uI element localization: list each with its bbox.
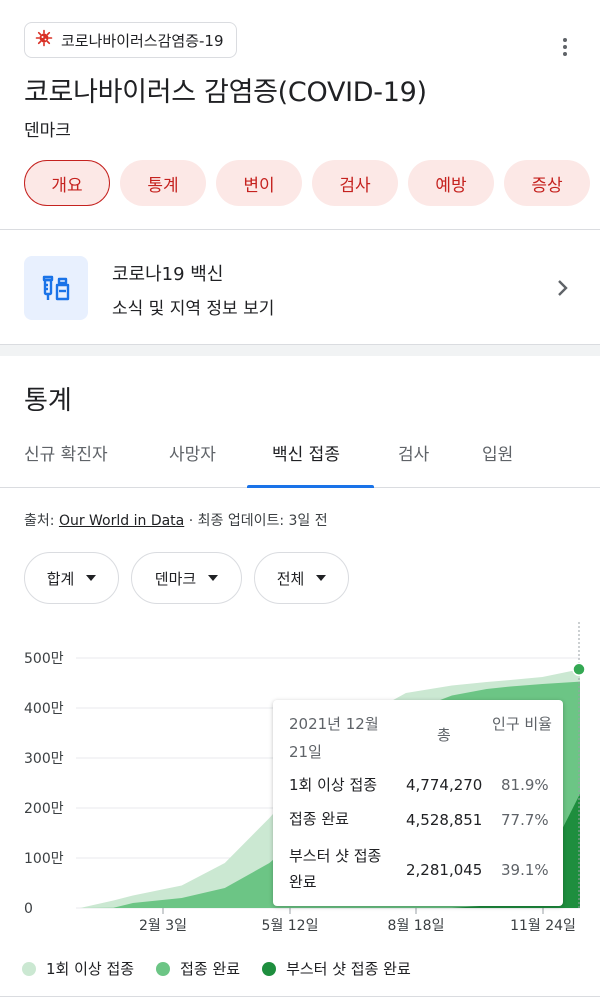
dropdown-arrow-icon	[86, 575, 97, 581]
tooltip-row-label: 1회 이상 접종	[289, 776, 378, 794]
virus-icon	[35, 29, 53, 51]
pill-variants[interactable]: 변이	[216, 160, 302, 206]
tooltip-row-ratio: 39.1%	[501, 861, 549, 879]
x-axis-label: 11월 24일	[510, 918, 576, 934]
y-axis-label: 400만	[24, 701, 64, 717]
topic-chip[interactable]: 코로나바이러스감염증-19	[24, 22, 237, 58]
tooltip-row-total: 4,528,851	[406, 811, 483, 829]
legend-item[interactable]: 부스터 샷 접종 완료	[262, 958, 411, 979]
chart-legend: 1회 이상 접종 접종 완료 부스터 샷 접종 완료	[22, 958, 433, 979]
tooltip-col-total: 총	[437, 726, 451, 744]
dropdown-arrow-icon	[316, 575, 327, 581]
pill-symptoms[interactable]: 증상	[504, 160, 590, 206]
dropdown-scope[interactable]: 전체	[254, 552, 349, 604]
dropdown-scope-label: 전체	[276, 569, 305, 588]
source-link[interactable]: Our World in Data	[59, 513, 184, 529]
tab-hospitalizations[interactable]: 입원	[482, 440, 513, 465]
legend-item[interactable]: 접종 완료	[156, 958, 240, 979]
dropdown-total-label: 합계	[46, 569, 75, 588]
dropdown-total[interactable]: 합계	[24, 552, 119, 604]
x-axis-label: 5월 12일	[262, 918, 319, 934]
dropdown-arrow-icon	[208, 575, 219, 581]
active-tab-indicator	[247, 485, 374, 488]
y-axis-label: 300만	[24, 751, 64, 767]
topic-pills: 개요 통계 변이 검사 예방 증상	[24, 160, 590, 206]
divider	[0, 996, 600, 997]
source-prefix: 출처:	[24, 513, 55, 529]
legend-swatch	[22, 961, 36, 976]
dropdown-region[interactable]: 덴마크	[131, 552, 242, 604]
stats-title: 통계	[24, 386, 72, 416]
source-suffix: · 최종 업데이트: 3일 전	[188, 513, 328, 529]
pill-stats[interactable]: 통계	[120, 160, 206, 206]
y-axis-label: 200만	[24, 801, 64, 817]
tooltip-row-label: 접종 완료	[289, 810, 349, 828]
tooltip-col-ratio: 인구 비율	[492, 715, 552, 733]
tab-testing[interactable]: 검사	[398, 440, 429, 465]
legend-label: 접종 완료	[180, 960, 241, 978]
y-axis-label: 0	[24, 901, 33, 917]
page-subtitle: 덴마크	[24, 121, 71, 141]
y-axis-label: 500만	[24, 651, 64, 667]
tooltip-row-total: 4,774,270	[406, 776, 483, 794]
tooltip-row-ratio: 77.7%	[501, 811, 549, 829]
legend-label: 1회 이상 접종	[46, 960, 135, 978]
pill-overview[interactable]: 개요	[24, 160, 110, 206]
chevron-right-icon	[556, 278, 570, 302]
page-title: 코로나바이러스 감염증(COVID-19)	[24, 77, 427, 108]
tooltip-row-label: 부스터 샷 접종 완료	[289, 847, 382, 891]
legend-item[interactable]: 1회 이상 접종	[22, 958, 134, 979]
legend-swatch	[262, 961, 277, 976]
legend-label: 부스터 샷 접종 완료	[286, 960, 411, 978]
section-divider	[0, 344, 600, 356]
data-point-marker	[572, 662, 586, 677]
vaccine-icon	[24, 256, 88, 320]
tab-new-cases[interactable]: 신규 확진자	[24, 440, 108, 465]
dropdown-region-label: 덴마크	[154, 569, 197, 588]
tab-vaccinations[interactable]: 백신 접종	[272, 440, 340, 465]
vaccine-card-subtitle: 소식 및 지역 정보 보기	[112, 299, 275, 319]
vaccine-card[interactable]: 코로나19 백신 소식 및 지역 정보 보기	[0, 230, 600, 344]
chart-tooltip: 2021년 12월 21일 총 인구 비율 1회 이상 접종 4,774,270…	[273, 700, 563, 906]
tab-deaths[interactable]: 사망자	[169, 440, 216, 465]
pill-prevention[interactable]: 예방	[408, 160, 494, 206]
tooltip-row-ratio: 81.9%	[501, 776, 549, 794]
y-axis-label: 100만	[24, 851, 64, 867]
more-options-icon[interactable]	[562, 38, 568, 58]
tooltip-date: 2021년 12월 21일	[289, 715, 379, 761]
pill-testing[interactable]: 검사	[312, 160, 398, 206]
legend-swatch	[156, 961, 171, 976]
source-line: 출처: Our World in Data · 최종 업데이트: 3일 전	[24, 510, 328, 530]
stats-tabs: 신규 확진자 사망자 백신 접종 검사 입원	[0, 428, 600, 488]
x-axis-label: 2월 3일	[139, 918, 187, 934]
tooltip-row-total: 2,281,045	[406, 861, 483, 879]
topic-chip-label: 코로나바이러스감염증-19	[61, 31, 224, 50]
vaccine-card-title: 코로나19 백신	[112, 264, 224, 285]
x-axis-label: 8월 18일	[388, 918, 445, 934]
